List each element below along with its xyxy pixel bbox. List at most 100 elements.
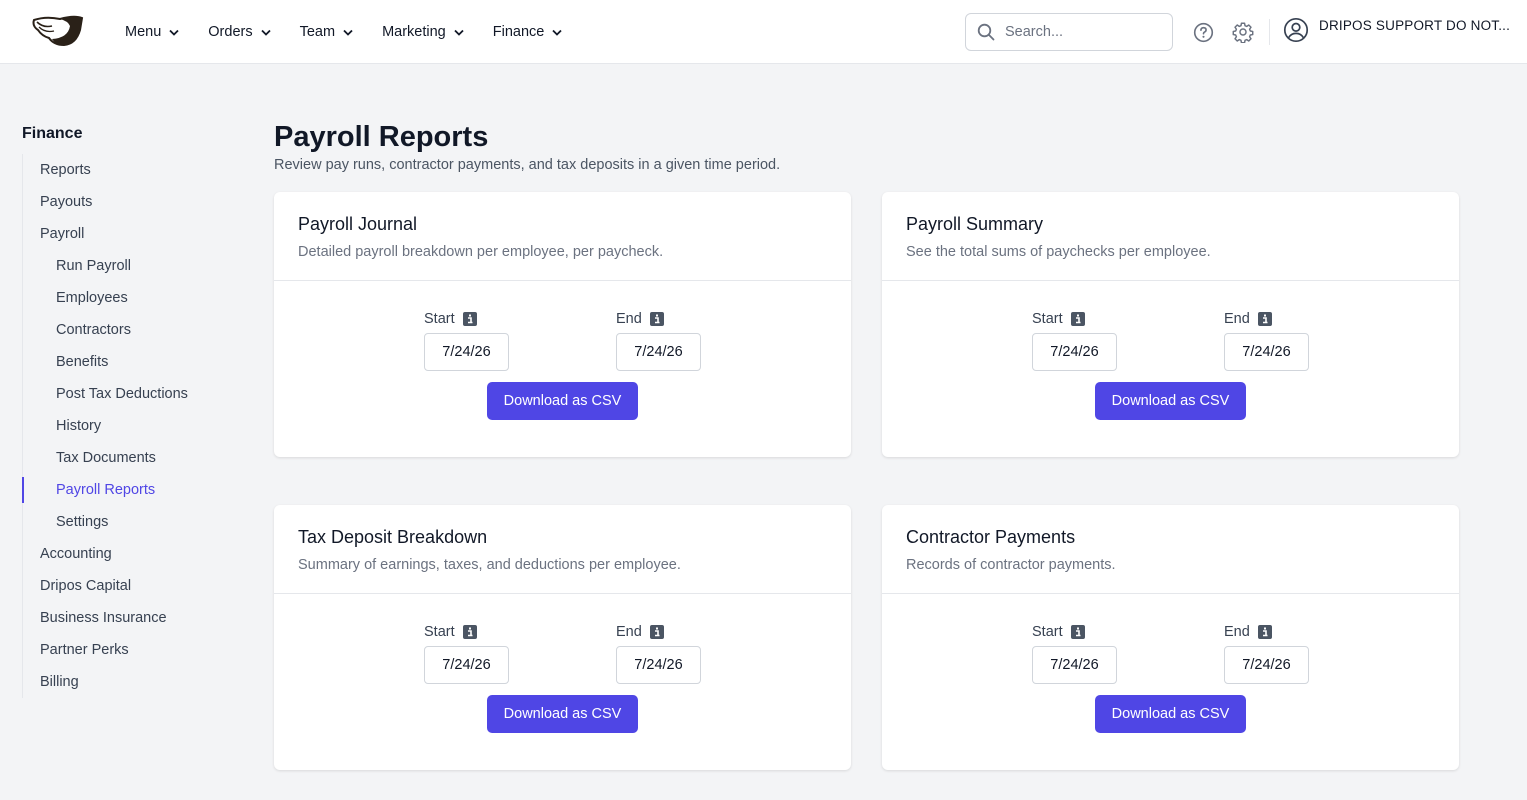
card-title: Tax Deposit Breakdown: [298, 527, 488, 547]
dripos-logo[interactable]: [30, 14, 84, 48]
end-label: End: [1224, 624, 1250, 640]
start-date-input[interactable]: 7/24/26: [424, 333, 509, 371]
start-date-input[interactable]: 7/24/26: [1032, 333, 1117, 371]
sidebar-item-run-payroll[interactable]: Run Payroll: [23, 250, 232, 282]
start-label: Start: [1032, 311, 1063, 327]
card-header: Contractor Payments Records of contracto…: [882, 505, 1459, 594]
card-header: Payroll Journal Detailed payroll breakdo…: [274, 192, 851, 281]
card-header: Tax Deposit Breakdown Summary of earning…: [274, 505, 851, 594]
sidebar-nav: Reports Payouts Payroll Run Payroll Empl…: [22, 154, 232, 698]
search-box[interactable]: [965, 13, 1173, 51]
sidebar-item-settings[interactable]: Settings: [23, 506, 232, 538]
card-title: Payroll Summary: [906, 214, 1044, 234]
download-csv-button[interactable]: Download as CSV: [1095, 382, 1246, 420]
nav-menu-label: Menu: [125, 24, 162, 40]
end-date-input[interactable]: 7/24/26: [1224, 333, 1309, 371]
report-card-payroll-summary: Payroll Summary See the total sums of pa…: [882, 192, 1459, 457]
header-divider: [1269, 19, 1270, 45]
sidebar-item-tax-documents[interactable]: Tax Documents: [23, 442, 232, 474]
card-header: Payroll Summary See the total sums of pa…: [882, 192, 1459, 281]
start-date-input[interactable]: 7/24/26: [1032, 646, 1117, 684]
download-csv-button[interactable]: Download as CSV: [487, 382, 638, 420]
start-date-field: Start 7/24/26: [1032, 623, 1117, 684]
end-date-field: End 7/24/26: [1224, 623, 1309, 684]
card-description: Records of contractor payments.: [906, 557, 1116, 573]
page-title: Payroll Reports: [274, 121, 489, 153]
nav-orders-label: Orders: [208, 24, 253, 40]
nav-team-label: Team: [299, 24, 336, 40]
sidebar-item-payouts[interactable]: Payouts: [23, 186, 232, 218]
sidebar-item-accounting[interactable]: Accounting: [23, 538, 232, 570]
page-subtitle: Review pay runs, contractor payments, an…: [274, 157, 781, 173]
sidebar-item-business-insurance[interactable]: Business Insurance: [23, 602, 232, 634]
sidebar-item-payroll-reports[interactable]: Payroll Reports: [22, 474, 232, 506]
start-date-field: Start 7/24/26: [424, 310, 509, 371]
start-date-field: Start 7/24/26: [1032, 310, 1117, 371]
report-card-payroll-journal: Payroll Journal Detailed payroll breakdo…: [274, 192, 851, 457]
nav-team[interactable]: Team: [300, 24, 353, 40]
start-label: Start: [1032, 624, 1063, 640]
help-icon[interactable]: [1192, 21, 1214, 43]
nav-finance[interactable]: Finance: [493, 24, 563, 40]
end-date-input[interactable]: 7/24/26: [616, 333, 701, 371]
chevron-down-icon: [169, 29, 179, 36]
start-date-field: Start 7/24/26: [424, 623, 509, 684]
search-icon: [977, 23, 995, 41]
nav-menu[interactable]: Menu: [125, 24, 179, 40]
user-avatar-icon: [1283, 17, 1309, 43]
sidebar-title: Finance: [22, 125, 83, 142]
end-date-field: End 7/24/26: [616, 310, 701, 371]
top-navbar: Menu Orders Team Marketing Finance DRIPO…: [0, 0, 1527, 64]
end-date-input[interactable]: 7/24/26: [616, 646, 701, 684]
chevron-down-icon: [343, 29, 353, 36]
sidebar-item-employees[interactable]: Employees: [23, 282, 232, 314]
chevron-down-icon: [552, 29, 562, 36]
gear-icon[interactable]: [1232, 21, 1254, 43]
user-name: DRIPOS SUPPORT DO NOT...: [1319, 18, 1511, 33]
sidebar-item-history[interactable]: History: [23, 410, 232, 442]
report-card-contractor-payments: Contractor Payments Records of contracto…: [882, 505, 1459, 770]
card-description: See the total sums of paychecks per empl…: [906, 244, 1211, 260]
info-icon[interactable]: [1070, 625, 1085, 639]
chevron-down-icon: [454, 29, 464, 36]
info-icon[interactable]: [649, 625, 664, 639]
nav-finance-label: Finance: [492, 24, 545, 40]
end-date-input[interactable]: 7/24/26: [1224, 646, 1309, 684]
main-nav: Menu Orders Team Marketing Finance: [125, 0, 591, 64]
sidebar-item-contractors[interactable]: Contractors: [23, 314, 232, 346]
nav-marketing[interactable]: Marketing: [382, 24, 464, 40]
nav-marketing-label: Marketing: [382, 24, 446, 40]
sidebar-item-dripos-capital[interactable]: Dripos Capital: [23, 570, 232, 602]
sidebar-item-reports[interactable]: Reports: [23, 154, 232, 186]
end-label: End: [616, 624, 642, 640]
sidebar-item-post-tax-deductions[interactable]: Post Tax Deductions: [23, 378, 232, 410]
info-icon[interactable]: [1070, 312, 1085, 326]
download-csv-button[interactable]: Download as CSV: [1095, 695, 1246, 733]
card-description: Detailed payroll breakdown per employee,…: [298, 244, 664, 260]
end-label: End: [1224, 311, 1250, 327]
info-icon[interactable]: [1257, 312, 1272, 326]
end-label: End: [616, 311, 642, 327]
nav-orders[interactable]: Orders: [208, 24, 271, 40]
info-icon[interactable]: [462, 312, 477, 326]
chevron-down-icon: [260, 29, 271, 36]
end-date-field: End 7/24/26: [1224, 310, 1309, 371]
end-date-field: End 7/24/26: [616, 623, 701, 684]
start-label: Start: [424, 624, 455, 640]
start-label: Start: [424, 311, 455, 327]
card-title: Payroll Journal: [298, 214, 418, 234]
info-icon[interactable]: [1257, 625, 1272, 639]
card-description: Summary of earnings, taxes, and deductio…: [298, 557, 681, 573]
report-card-tax-deposit-breakdown: Tax Deposit Breakdown Summary of earning…: [274, 505, 851, 770]
start-date-input[interactable]: 7/24/26: [424, 646, 509, 684]
download-csv-button[interactable]: Download as CSV: [487, 695, 638, 733]
sidebar-item-partner-perks[interactable]: Partner Perks: [23, 634, 232, 666]
user-menu[interactable]: DRIPOS SUPPORT DO NOT...: [1283, 17, 1510, 43]
info-icon[interactable]: [649, 312, 664, 326]
info-icon[interactable]: [462, 625, 477, 639]
sidebar-item-billing[interactable]: Billing: [23, 666, 232, 698]
sidebar-item-payroll[interactable]: Payroll: [23, 218, 232, 250]
search-input[interactable]: [1005, 24, 1155, 40]
card-title: Contractor Payments: [906, 527, 1076, 547]
sidebar-item-benefits[interactable]: Benefits: [23, 346, 232, 378]
